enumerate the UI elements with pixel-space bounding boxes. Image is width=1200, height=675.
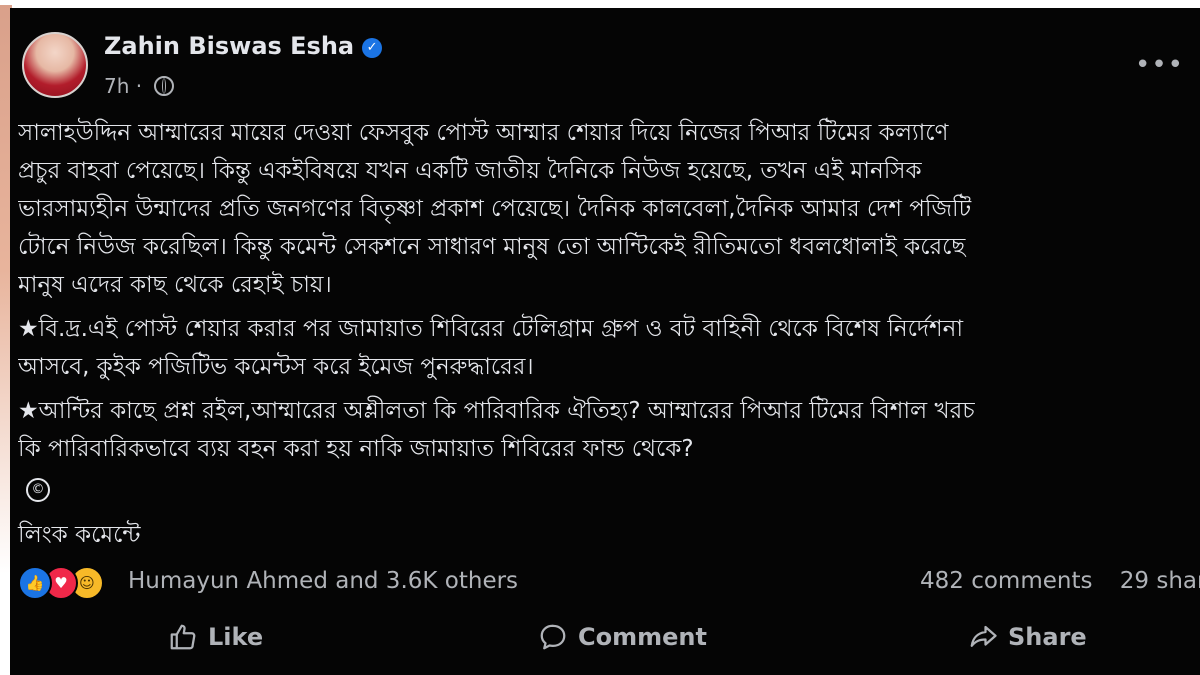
- top-border: [0, 0, 1200, 5]
- author-avatar[interactable]: [22, 32, 88, 98]
- reactions-bar: 👍 ♥ ☺ Humayun Ahmed and 3.6K others 482 …: [10, 566, 1200, 602]
- link-in-comment-text: লিংক কমেন্টে: [18, 522, 141, 548]
- comment-count[interactable]: 482 comments: [920, 568, 1092, 594]
- post-line: কি পারিবারিকভাবে ব্যয় বহন করা হয় নাকি …: [18, 436, 694, 462]
- post-body: সালাহউদ্দিন আম্মারের মায়ের দেওয়া ফেসবু…: [18, 114, 1198, 554]
- verified-badge-icon: ✓: [362, 38, 383, 58]
- post-paragraph: সালাহউদ্দিন আম্মারের মায়ের দেওয়া ফেসবু…: [18, 114, 1198, 304]
- post-line: ★আন্টির কাছে প্রশ্ন রইল,আম্মারের অশ্লীলত…: [18, 398, 975, 424]
- share-icon: [970, 625, 997, 647]
- post-paragraph: ★বি.দ্র.এই পোস্ট শেয়ার করার পর জামায়াত…: [18, 310, 1198, 386]
- post-actions: Like Comment Share: [10, 614, 1200, 672]
- share-button[interactable]: Share: [968, 622, 1087, 662]
- post-meta: 7h ·: [104, 74, 175, 98]
- facebook-post-card: Zahin Biswas Esha ✓ 7h · ••• সালাহউদ্দিন …: [10, 8, 1200, 675]
- post-time[interactable]: 7h: [104, 74, 129, 98]
- post-line: আসবে, কুইক পজিটিভ কমেন্টস করে ইমেজ পুনরু…: [18, 354, 534, 380]
- like-reaction-icon[interactable]: 👍: [18, 566, 52, 600]
- comment-button[interactable]: Comment: [538, 622, 707, 662]
- meta-separator: ·: [135, 74, 143, 98]
- like-button[interactable]: Like: [168, 622, 263, 662]
- more-options-icon[interactable]: •••: [1135, 50, 1184, 80]
- comment-icon: [540, 624, 566, 650]
- post-line: সালাহউদ্দিন আম্মারের মায়ের দেওয়া ফেসবু…: [18, 120, 949, 146]
- author-name-row: Zahin Biswas Esha ✓: [104, 32, 383, 60]
- post-line: প্রচুর বাহবা পেয়েছে। কিন্তু একইবিষয়ে য…: [18, 158, 922, 184]
- engagement-counts: 482 comments 29 shar: [920, 568, 1200, 594]
- thumbs-up-icon: [170, 624, 196, 650]
- like-label: Like: [208, 623, 264, 651]
- globe-icon: [154, 76, 175, 96]
- share-label: Share: [1008, 623, 1087, 651]
- post-line: মানুষ এদের কাছ থেকে রেহাই চায়।: [18, 272, 332, 298]
- post-line: টোনে নিউজ করেছিল। কিন্তু কমেন্ট সেকশনে স…: [18, 234, 966, 260]
- copyright-symbol: ©: [26, 478, 50, 502]
- share-count[interactable]: 29 shar: [1120, 568, 1200, 594]
- author-name[interactable]: Zahin Biswas Esha: [104, 32, 354, 60]
- post-line: ভারসাম্যহীন উন্মাদের প্রতি জনগণের বিতৃষ্…: [18, 196, 972, 222]
- reaction-summary[interactable]: Humayun Ahmed and 3.6K others: [128, 568, 518, 594]
- post-line: ★বি.দ্র.এই পোস্ট শেয়ার করার পর জামায়াত…: [18, 316, 963, 342]
- post-paragraph: ★আন্টির কাছে প্রশ্ন রইল,আম্মারের অশ্লীলত…: [18, 392, 1198, 468]
- comment-label: Comment: [578, 623, 707, 651]
